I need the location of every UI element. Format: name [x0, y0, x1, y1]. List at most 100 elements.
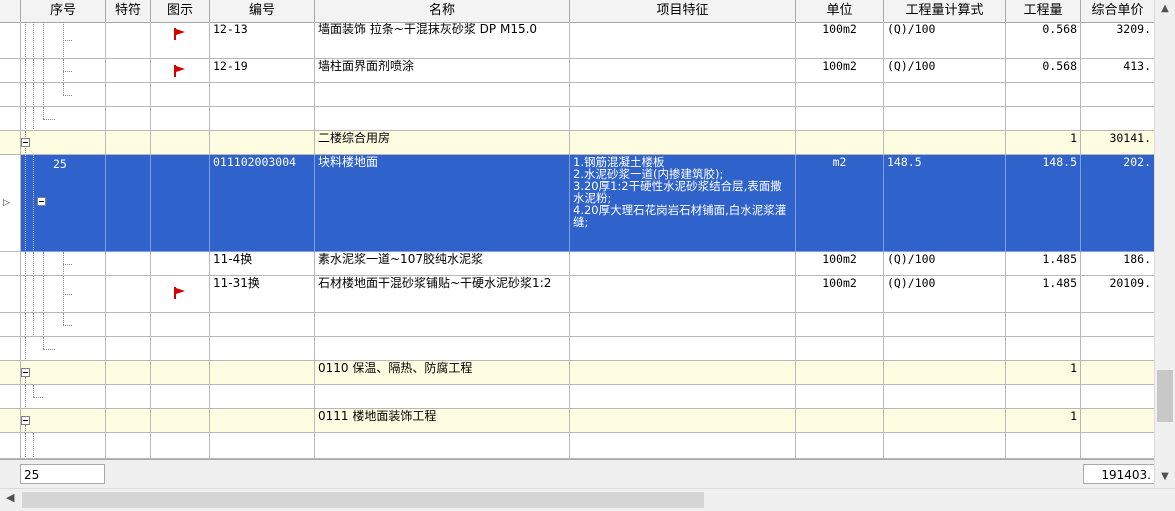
- row-selector[interactable]: [0, 252, 21, 276]
- code-cell: [210, 409, 315, 433]
- horizontal-scroll-thumb[interactable]: [22, 492, 704, 508]
- col-header-code[interactable]: 编号: [210, 0, 315, 22]
- row-selector[interactable]: [0, 361, 21, 385]
- special-cell: [106, 409, 151, 433]
- scroll-down-icon[interactable]: ▼: [1155, 468, 1175, 486]
- table-row[interactable]: [0, 433, 1155, 459]
- price-cell: 186.: [1081, 252, 1155, 276]
- group-row[interactable]: 0110 保温、隔热、防腐工程 1: [0, 361, 1155, 385]
- formula-cell: (Q)/100: [884, 276, 1006, 313]
- row-selector[interactable]: [0, 131, 21, 155]
- seq-cell: [21, 107, 106, 131]
- feature-cell: 1.钢筋混凝土楼板 2.水泥砂浆一道(内掺建筑胶); 3.20厚1:2干硬性水泥…: [570, 155, 796, 252]
- special-cell: [106, 22, 151, 59]
- row-selector[interactable]: [0, 107, 21, 131]
- row-selector[interactable]: [0, 385, 21, 409]
- seq-cell: [21, 59, 106, 83]
- icon-cell: [151, 131, 210, 155]
- table-row[interactable]: [0, 337, 1155, 361]
- special-cell: [106, 155, 151, 252]
- icon-cell: [151, 155, 210, 252]
- name-cell: [315, 433, 570, 459]
- icon-cell: [151, 313, 210, 337]
- icon-cell: [151, 22, 210, 59]
- feature-cell: [570, 409, 796, 433]
- collapse-box-icon[interactable]: [21, 416, 30, 425]
- qty-cell: 1: [1006, 409, 1081, 433]
- table-row[interactable]: [0, 83, 1155, 107]
- row-selector[interactable]: [0, 59, 21, 83]
- unit-cell: [796, 385, 884, 409]
- qty-cell: 1.485: [1006, 276, 1081, 313]
- row-selector[interactable]: [0, 433, 21, 459]
- col-header-price[interactable]: 综合单价: [1081, 0, 1155, 22]
- feature-cell: [570, 276, 796, 313]
- table-row[interactable]: [0, 385, 1155, 409]
- col-header-unit[interactable]: 单位: [796, 0, 884, 22]
- col-header-special[interactable]: 特符: [106, 0, 151, 22]
- vertical-scrollbar[interactable]: ▲ ▼: [1154, 0, 1175, 488]
- row-selector[interactable]: [0, 22, 21, 59]
- icon-cell: [151, 385, 210, 409]
- unit-cell: [796, 313, 884, 337]
- col-header-qty[interactable]: 工程量: [1006, 0, 1081, 22]
- row-selector[interactable]: [0, 409, 21, 433]
- qty-cell: 1: [1006, 131, 1081, 155]
- qty-cell: 148.5: [1006, 155, 1081, 252]
- code-cell: 011102003004: [210, 155, 315, 252]
- seq-cell: [21, 337, 106, 361]
- col-header-seq[interactable]: 序号: [21, 0, 106, 22]
- vertical-scroll-thumb[interactable]: [1157, 370, 1173, 422]
- collapse-box-icon[interactable]: [21, 368, 30, 377]
- special-cell: [106, 433, 151, 459]
- price-cell: [1081, 409, 1155, 433]
- row-selector[interactable]: ▷: [0, 155, 21, 252]
- row-selector[interactable]: [0, 83, 21, 107]
- icon-cell: [151, 337, 210, 361]
- feature-cell: [570, 107, 796, 131]
- col-header-icon[interactable]: 图示: [151, 0, 210, 22]
- name-cell: 块料楼地面: [315, 155, 570, 252]
- special-cell: [106, 276, 151, 313]
- table-row[interactable]: 11-4换 素水泥浆一道~107胶纯水泥浆 100m2 (Q)/100 1.48…: [0, 252, 1155, 276]
- formula-cell: (Q)/100: [884, 252, 1006, 276]
- horizontal-scrollbar[interactable]: ◀: [0, 488, 1175, 511]
- col-header-feature[interactable]: 项目特征: [570, 0, 796, 22]
- unit-cell: m2: [796, 155, 884, 252]
- feature-cell: [570, 361, 796, 385]
- code-cell: [210, 83, 315, 107]
- table-row[interactable]: 11-31换 石材楼地面干混砂浆铺贴~干硬水泥砂浆1:2 100m2 (Q)/1…: [0, 276, 1155, 313]
- selected-row[interactable]: ▷ 25 011102003004 块料楼地面 1.钢筋混凝土楼板 2.水泥砂浆…: [0, 155, 1155, 252]
- scroll-left-icon[interactable]: ◀: [6, 491, 14, 504]
- name-cell: [315, 385, 570, 409]
- table-row[interactable]: [0, 107, 1155, 131]
- formula-cell: [884, 337, 1006, 361]
- col-header-formula[interactable]: 工程量计算式: [884, 0, 1006, 22]
- formula-cell: (Q)/100: [884, 59, 1006, 83]
- icon-cell: [151, 252, 210, 276]
- collapse-box-icon[interactable]: [37, 197, 46, 206]
- row-selector[interactable]: [0, 276, 21, 313]
- seq-cell: [21, 131, 106, 155]
- code-cell: [210, 313, 315, 337]
- unit-cell: [796, 337, 884, 361]
- seq-cell: [21, 361, 106, 385]
- group-row[interactable]: 0111 楼地面装饰工程 1: [0, 409, 1155, 433]
- table-row[interactable]: 12-19 墙柱面界面剂喷涂 100m2 (Q)/100 0.568 413.: [0, 59, 1155, 83]
- scroll-up-icon[interactable]: ▲: [1155, 0, 1175, 18]
- price-cell: 202.: [1081, 155, 1155, 252]
- table-row[interactable]: [0, 313, 1155, 337]
- group-row[interactable]: 二楼综合用房 1 30141.: [0, 131, 1155, 155]
- qty-cell: [1006, 107, 1081, 131]
- code-cell: 12-13: [210, 22, 315, 59]
- col-header-name[interactable]: 名称: [315, 0, 570, 22]
- price-cell: [1081, 107, 1155, 131]
- seq-cell: [21, 83, 106, 107]
- collapse-box-icon[interactable]: [21, 138, 30, 147]
- row-selector[interactable]: [0, 313, 21, 337]
- table-row[interactable]: 12-13 墙面装饰 拉条~干混抹灰砂浆 DP M15.0 100m2 (Q)/…: [0, 22, 1155, 59]
- code-cell: [210, 131, 315, 155]
- feature-cell: [570, 313, 796, 337]
- row-selector[interactable]: [0, 337, 21, 361]
- unit-cell: 100m2: [796, 252, 884, 276]
